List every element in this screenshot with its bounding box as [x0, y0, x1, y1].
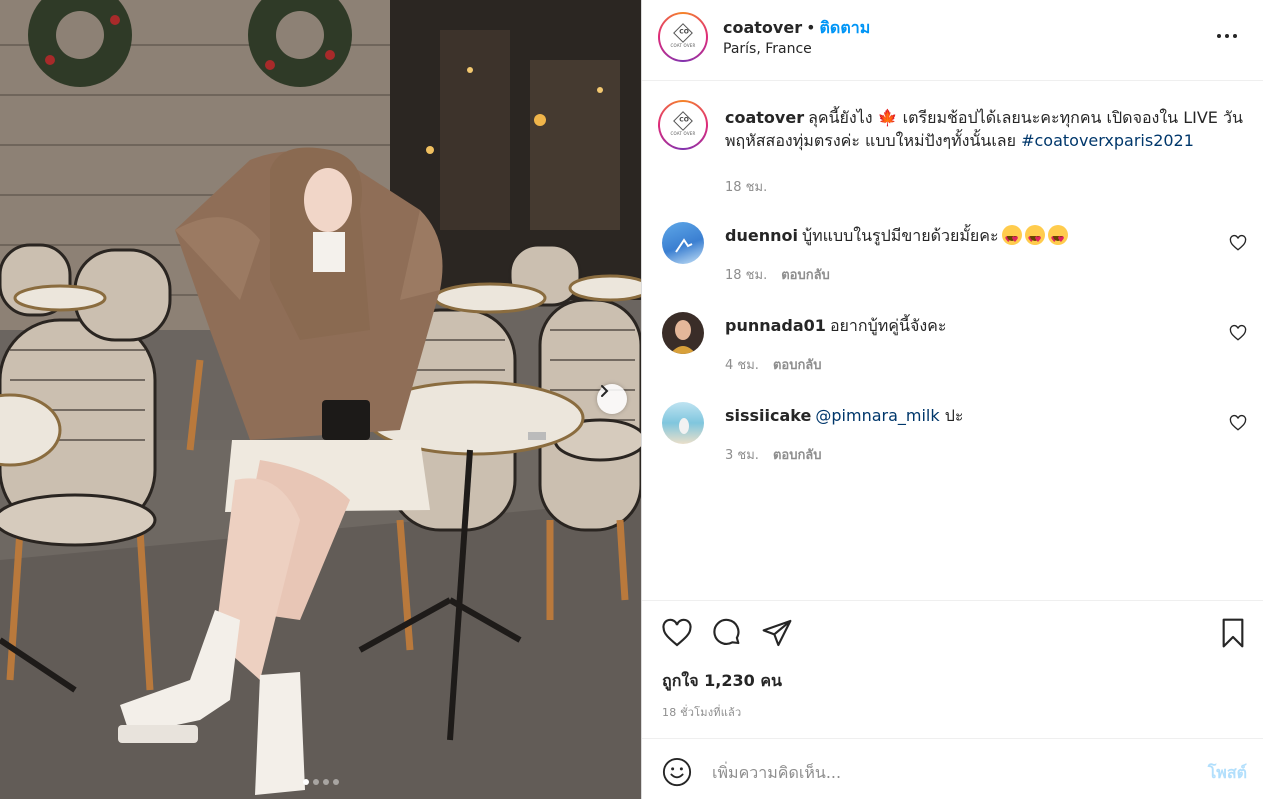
brand-logo-text: COAT OVER — [670, 43, 696, 48]
author-avatar[interactable]: CO COAT OVER — [658, 12, 708, 62]
bookmark-icon[interactable] — [1217, 617, 1249, 649]
comment-username[interactable]: duennoi — [725, 226, 798, 245]
reply-button[interactable]: ตอบกลับ — [781, 268, 830, 283]
comment-mention[interactable]: @pimnara_milk — [815, 406, 939, 425]
post-timestamp[interactable]: 18 ชั่วโมงที่แล้ว — [662, 703, 741, 721]
follow-button[interactable]: ติดตาม — [820, 18, 871, 37]
brand-logo-text: COAT OVER — [670, 131, 696, 136]
comment-meta: 3 ชม. ตอบกลับ — [725, 444, 822, 465]
comment-username[interactable]: sissiicake — [725, 406, 811, 425]
comment-meta: 18 ชม. ตอบกลับ — [725, 264, 830, 285]
heart-icon[interactable] — [1229, 324, 1247, 342]
likes-count[interactable]: ถูกใจ 1,230 คน — [662, 669, 782, 694]
author-username[interactable]: coatover — [723, 18, 802, 37]
reply-button[interactable]: ตอบกลับ — [773, 448, 822, 463]
comment-username[interactable]: punnada01 — [725, 316, 826, 335]
add-comment-bar: โพสต์ — [642, 738, 1263, 799]
carousel-dot — [332, 779, 339, 785]
heart-icon[interactable] — [1229, 234, 1247, 252]
next-photo-button[interactable] — [597, 384, 627, 414]
caption-meta: 18 ชม. — [725, 176, 767, 197]
comment-meta: 4 ชม. ตอบกลับ — [725, 354, 822, 375]
header-user-line: coatover • ติดตาม — [723, 16, 870, 41]
next-arrow-icon — [601, 385, 609, 397]
caption-text: coatover ลุคนี้ยังไง 🍁 เตรียมช้อปได้เลยนะ… — [725, 106, 1247, 152]
comment-text: duennoi บู้ทแบบในรูปมีขายด้วยมั้ยคะ — [725, 224, 1217, 251]
portrait-avatar[interactable] — [662, 312, 704, 354]
comment-input[interactable] — [712, 753, 1172, 791]
post-details-panel: CO COAT OVER coatover • ติดตาม París, Fran… — [641, 0, 1263, 799]
more-icon — [1217, 34, 1221, 38]
post-header: CO COAT OVER coatover • ติดตาม París, Fran… — [642, 0, 1263, 81]
header-separator: • — [806, 18, 816, 37]
comment-time[interactable]: 4 ชม. — [725, 358, 759, 373]
post-dialog: CO COAT OVER coatover • ติดตาม París, Fran… — [0, 0, 1263, 799]
caption-time[interactable]: 18 ชม. — [725, 180, 767, 195]
carousel-dot — [322, 779, 329, 785]
more-options-button[interactable] — [1217, 26, 1241, 46]
post-comment-button[interactable]: โพสต์ — [1208, 761, 1247, 786]
post-location[interactable]: París, France — [723, 41, 812, 57]
carousel-dot — [312, 779, 319, 785]
share-icon[interactable] — [761, 617, 793, 649]
comment-body: อยากบู้ทคู่นี้จังคะ — [829, 316, 947, 335]
heart-icon[interactable] — [661, 617, 693, 649]
carousel-indicator — [0, 779, 641, 785]
comment-text: sissiicake @pimnara_milk ปะ — [725, 404, 1217, 427]
comments-list: CO COAT OVER coatover ลุคนี้ยังไง 🍁 เตรีย… — [642, 82, 1263, 600]
beach-photo-avatar[interactable] — [662, 402, 704, 444]
comment-time[interactable]: 3 ชม. — [725, 448, 759, 463]
caption-hashtag[interactable]: #coatoverxparis2021 — [1021, 131, 1194, 150]
smile-icon[interactable] — [662, 757, 692, 787]
cafe-photo-illustration — [0, 0, 641, 799]
comment-row: duennoiบู้ทแบบในรูปมีขายด้วยมั้ยคะ 18 ชม… — [662, 222, 1247, 292]
heart-eyes-emoji-icon — [1047, 225, 1068, 251]
comment-body: บู้ทแบบในรูปมีขายด้วยมั้ยคะ — [801, 226, 999, 245]
caption-username[interactable]: coatover — [725, 108, 804, 127]
heart-icon[interactable] — [1229, 414, 1247, 432]
comment-row: punnada01 อยากบู้ทคู่นี้จังคะ 4 ชม. ตอบกลั… — [662, 312, 1247, 382]
reply-button[interactable]: ตอบกลับ — [773, 358, 822, 373]
comment-row: sissiicake @pimnara_milk ปะ 3 ชม. ตอบกลับ — [662, 402, 1247, 472]
comment-body: ปะ — [939, 406, 964, 425]
brand-logo-icon: CO — [673, 111, 693, 131]
comment-icon[interactable] — [711, 617, 743, 649]
heart-eyes-emoji-icon — [1024, 225, 1045, 251]
comment-time[interactable]: 18 ชม. — [725, 268, 767, 283]
caption-avatar[interactable]: CO COAT OVER — [658, 100, 708, 150]
post-actions: ถูกใจ 1,230 คน 18 ชั่วโมงที่แล้ว — [642, 600, 1263, 738]
post-photo[interactable] — [0, 0, 641, 799]
brand-logo-icon: CO — [673, 23, 693, 43]
comment-text: punnada01 อยากบู้ทคู่นี้จังคะ — [725, 314, 1217, 337]
heart-eyes-emoji-icon — [1001, 225, 1022, 251]
caption-row: CO COAT OVER coatover ลุคนี้ยังไง 🍁 เตรีย… — [658, 100, 1247, 204]
sky-photo-avatar[interactable] — [662, 222, 704, 264]
carousel-dot — [302, 779, 309, 785]
